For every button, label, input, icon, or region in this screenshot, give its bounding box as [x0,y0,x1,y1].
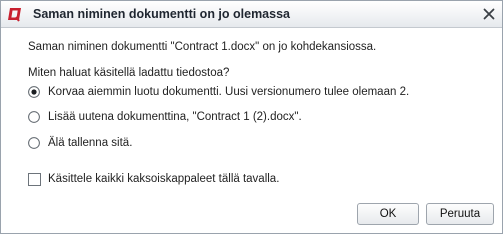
option-add-new-label: Lisää uutena dokumenttina, "Contract 1 (… [48,111,302,123]
radio-selected-icon[interactable] [28,86,40,98]
dialog-titlebar[interactable]: Saman niminen dokumentti on jo olemassa [1,1,502,28]
radio-unselected-icon[interactable] [28,111,40,123]
cancel-button[interactable]: Peruuta [426,203,494,225]
apply-to-all-checkbox[interactable] [28,173,41,186]
app-logo-icon [8,8,21,22]
radio-unselected-icon[interactable] [28,137,40,149]
option-do-not-save-label: Älä tallenna sitä. [48,137,133,149]
duplicate-document-dialog: Saman niminen dokumentti on jo olemassa … [0,0,503,234]
close-icon[interactable] [481,6,497,22]
apply-to-all-label: Käsittele kaikki kaksoiskappaleet tällä … [48,173,280,185]
handling-question: Miten haluat käsitellä ladattu tiedostoa… [28,67,230,79]
ok-button[interactable]: OK [357,203,419,225]
option-replace-label: Korvaa aiemmin luotu dokumentti. Uusi ve… [48,86,410,98]
dialog-title: Saman niminen dokumentti on jo olemassa [33,7,290,21]
duplicate-message: Saman niminen dokumentti "Contract 1.doc… [28,41,377,53]
